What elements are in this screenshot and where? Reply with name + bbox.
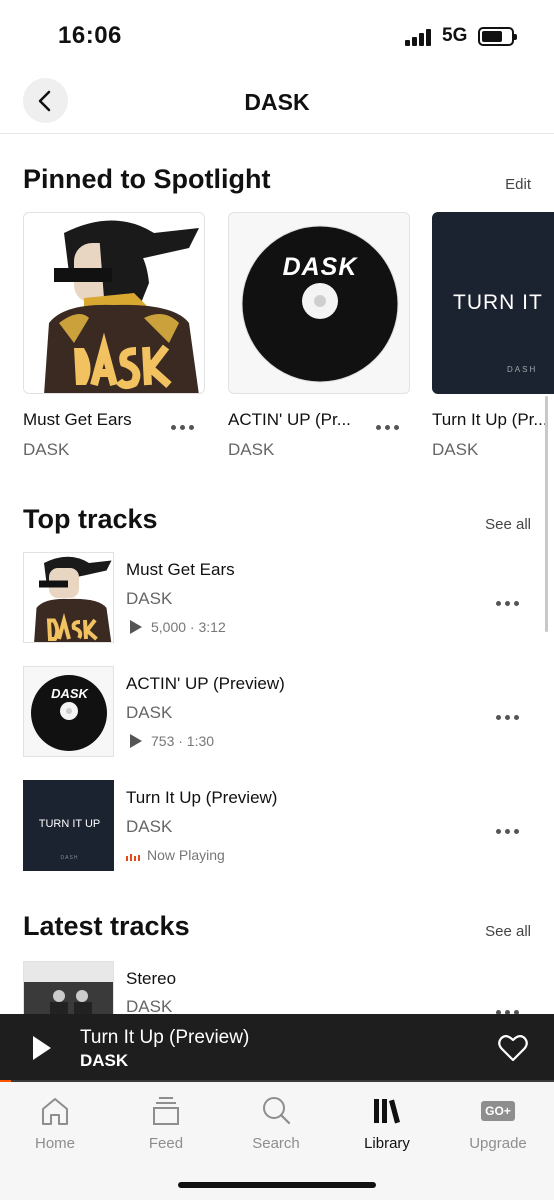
heart-icon[interactable] (498, 1034, 528, 1062)
track-artist: DASK (126, 997, 173, 1014)
ellipsis-icon (496, 601, 520, 607)
artwork-logo: DASK (282, 253, 358, 281)
tab-label: Upgrade (469, 1135, 527, 1152)
equalizer-icon (126, 851, 141, 861)
artwork-logo: DASK (51, 686, 88, 701)
tab-label: Search (252, 1135, 300, 1152)
track-artwork: TURN IT UP DASH (23, 780, 114, 871)
player-track-title: Turn It Up (Preview) (80, 1027, 250, 1048)
ellipsis-icon (496, 715, 520, 721)
ellipsis-icon (171, 425, 195, 431)
card-artist: DASK (23, 440, 70, 459)
network-label: 5G (442, 25, 468, 46)
tab-library[interactable]: Library (337, 1094, 437, 1152)
pinned-card[interactable]: TURN IT DASH Turn It Up (Pr... DASK (432, 212, 554, 459)
track-artwork (23, 961, 114, 1014)
top-tracks-title: Top tracks (23, 504, 158, 534)
pinned-card[interactable]: Must Get Ears DASK (23, 212, 205, 459)
tab-search[interactable]: Search (226, 1094, 326, 1152)
artwork-credit: DASH (507, 365, 538, 374)
tab-label: Feed (148, 1135, 184, 1152)
card-title: ACTIN' UP (Pr... (228, 410, 351, 429)
artwork-credit: DASH (60, 855, 79, 861)
more-options-button[interactable] (171, 418, 195, 430)
pinned-section-title: Pinned to Spotlight (23, 164, 271, 194)
edit-button[interactable]: Edit (505, 176, 531, 193)
mini-player[interactable]: Turn It Up (Preview) DASK (0, 1014, 554, 1082)
more-options-button[interactable] (496, 708, 520, 726)
track-artwork: DASK (23, 666, 114, 757)
track-artwork (23, 552, 114, 643)
ellipsis-icon (376, 425, 400, 431)
status-time: 16:06 (58, 22, 122, 49)
tab-home[interactable]: Home (5, 1094, 105, 1152)
track-row[interactable]: Stereo DASK (0, 961, 554, 1014)
more-options-button[interactable] (496, 1003, 520, 1014)
nav-header: DASK (0, 70, 554, 134)
track-plays-duration: 5,000 · 3:12 (151, 619, 226, 635)
track-title: Stereo (126, 969, 177, 988)
artwork-title: TURN IT UP (38, 818, 101, 830)
ellipsis-icon (496, 829, 520, 835)
more-options-button[interactable] (496, 594, 520, 612)
battery-icon (478, 27, 517, 46)
top-tracks-see-all[interactable]: See all (485, 516, 531, 533)
card-title: Turn It Up (Pr... (432, 410, 548, 429)
track-stats: 5,000 · 3:12 (126, 619, 226, 635)
card-title: Must Get Ears (23, 410, 132, 429)
track-stats: 753 · 1:30 (126, 733, 214, 749)
status-bar: 16:06 5G (0, 0, 554, 70)
track-title: Must Get Ears (126, 560, 235, 579)
tab-bar: Home Feed Search Library GO+ Upgrade (0, 1082, 554, 1200)
tab-label: Library (364, 1135, 410, 1152)
signal-icon (405, 28, 435, 46)
track-row[interactable]: DASK ACTIN' UP (Preview) DASK 753 · 1:30 (0, 666, 554, 758)
now-playing-status: Now Playing (126, 847, 225, 863)
player-artist: DASK (80, 1051, 129, 1070)
pinned-card[interactable]: DASK ACTIN' UP (Pr... DASK (228, 212, 410, 459)
home-indicator (178, 1182, 376, 1188)
track-title: Turn It Up (Preview) (126, 788, 278, 807)
artwork-turn-it-up: TURN IT DASH (432, 212, 554, 394)
upgrade-icon: GO+ (481, 1101, 515, 1121)
search-icon (263, 1097, 291, 1125)
tab-upgrade[interactable]: GO+ Upgrade (448, 1094, 548, 1152)
latest-tracks-see-all[interactable]: See all (485, 923, 531, 940)
track-title: ACTIN' UP (Preview) (126, 674, 285, 693)
more-options-button[interactable] (376, 418, 400, 430)
track-plays-duration: 753 · 1:30 (151, 733, 215, 749)
play-icon[interactable] (33, 1036, 51, 1060)
track-row[interactable]: Must Get Ears DASK 5,000 · 3:12 (0, 552, 554, 644)
library-icon (374, 1099, 400, 1124)
track-row[interactable]: TURN IT UP DASH Turn It Up (Preview) DAS… (0, 780, 554, 872)
play-count-icon (130, 734, 142, 748)
now-playing-label: Now Playing (147, 847, 225, 863)
card-artist: DASK (228, 440, 275, 459)
play-count-icon (130, 620, 142, 634)
pinned-carousel[interactable]: Must Get Ears DASK DASK ACTIN' UP (Pr...… (23, 212, 554, 462)
latest-tracks-title: Latest tracks (23, 911, 190, 941)
page-title: DASK (244, 89, 310, 115)
artwork-actin-up: DASK (228, 212, 410, 394)
more-options-button[interactable] (496, 822, 520, 840)
home-icon (42, 1098, 68, 1125)
tab-label: Home (34, 1135, 75, 1152)
track-artist: DASK (126, 589, 173, 608)
artwork-title: TURN IT (453, 291, 543, 314)
track-artist: DASK (126, 817, 173, 836)
card-artist: DASK (432, 440, 479, 459)
track-artist: DASK (126, 703, 173, 722)
feed-icon (153, 1097, 179, 1125)
artwork-must-get-ears (23, 212, 205, 394)
tab-feed[interactable]: Feed (116, 1094, 216, 1152)
